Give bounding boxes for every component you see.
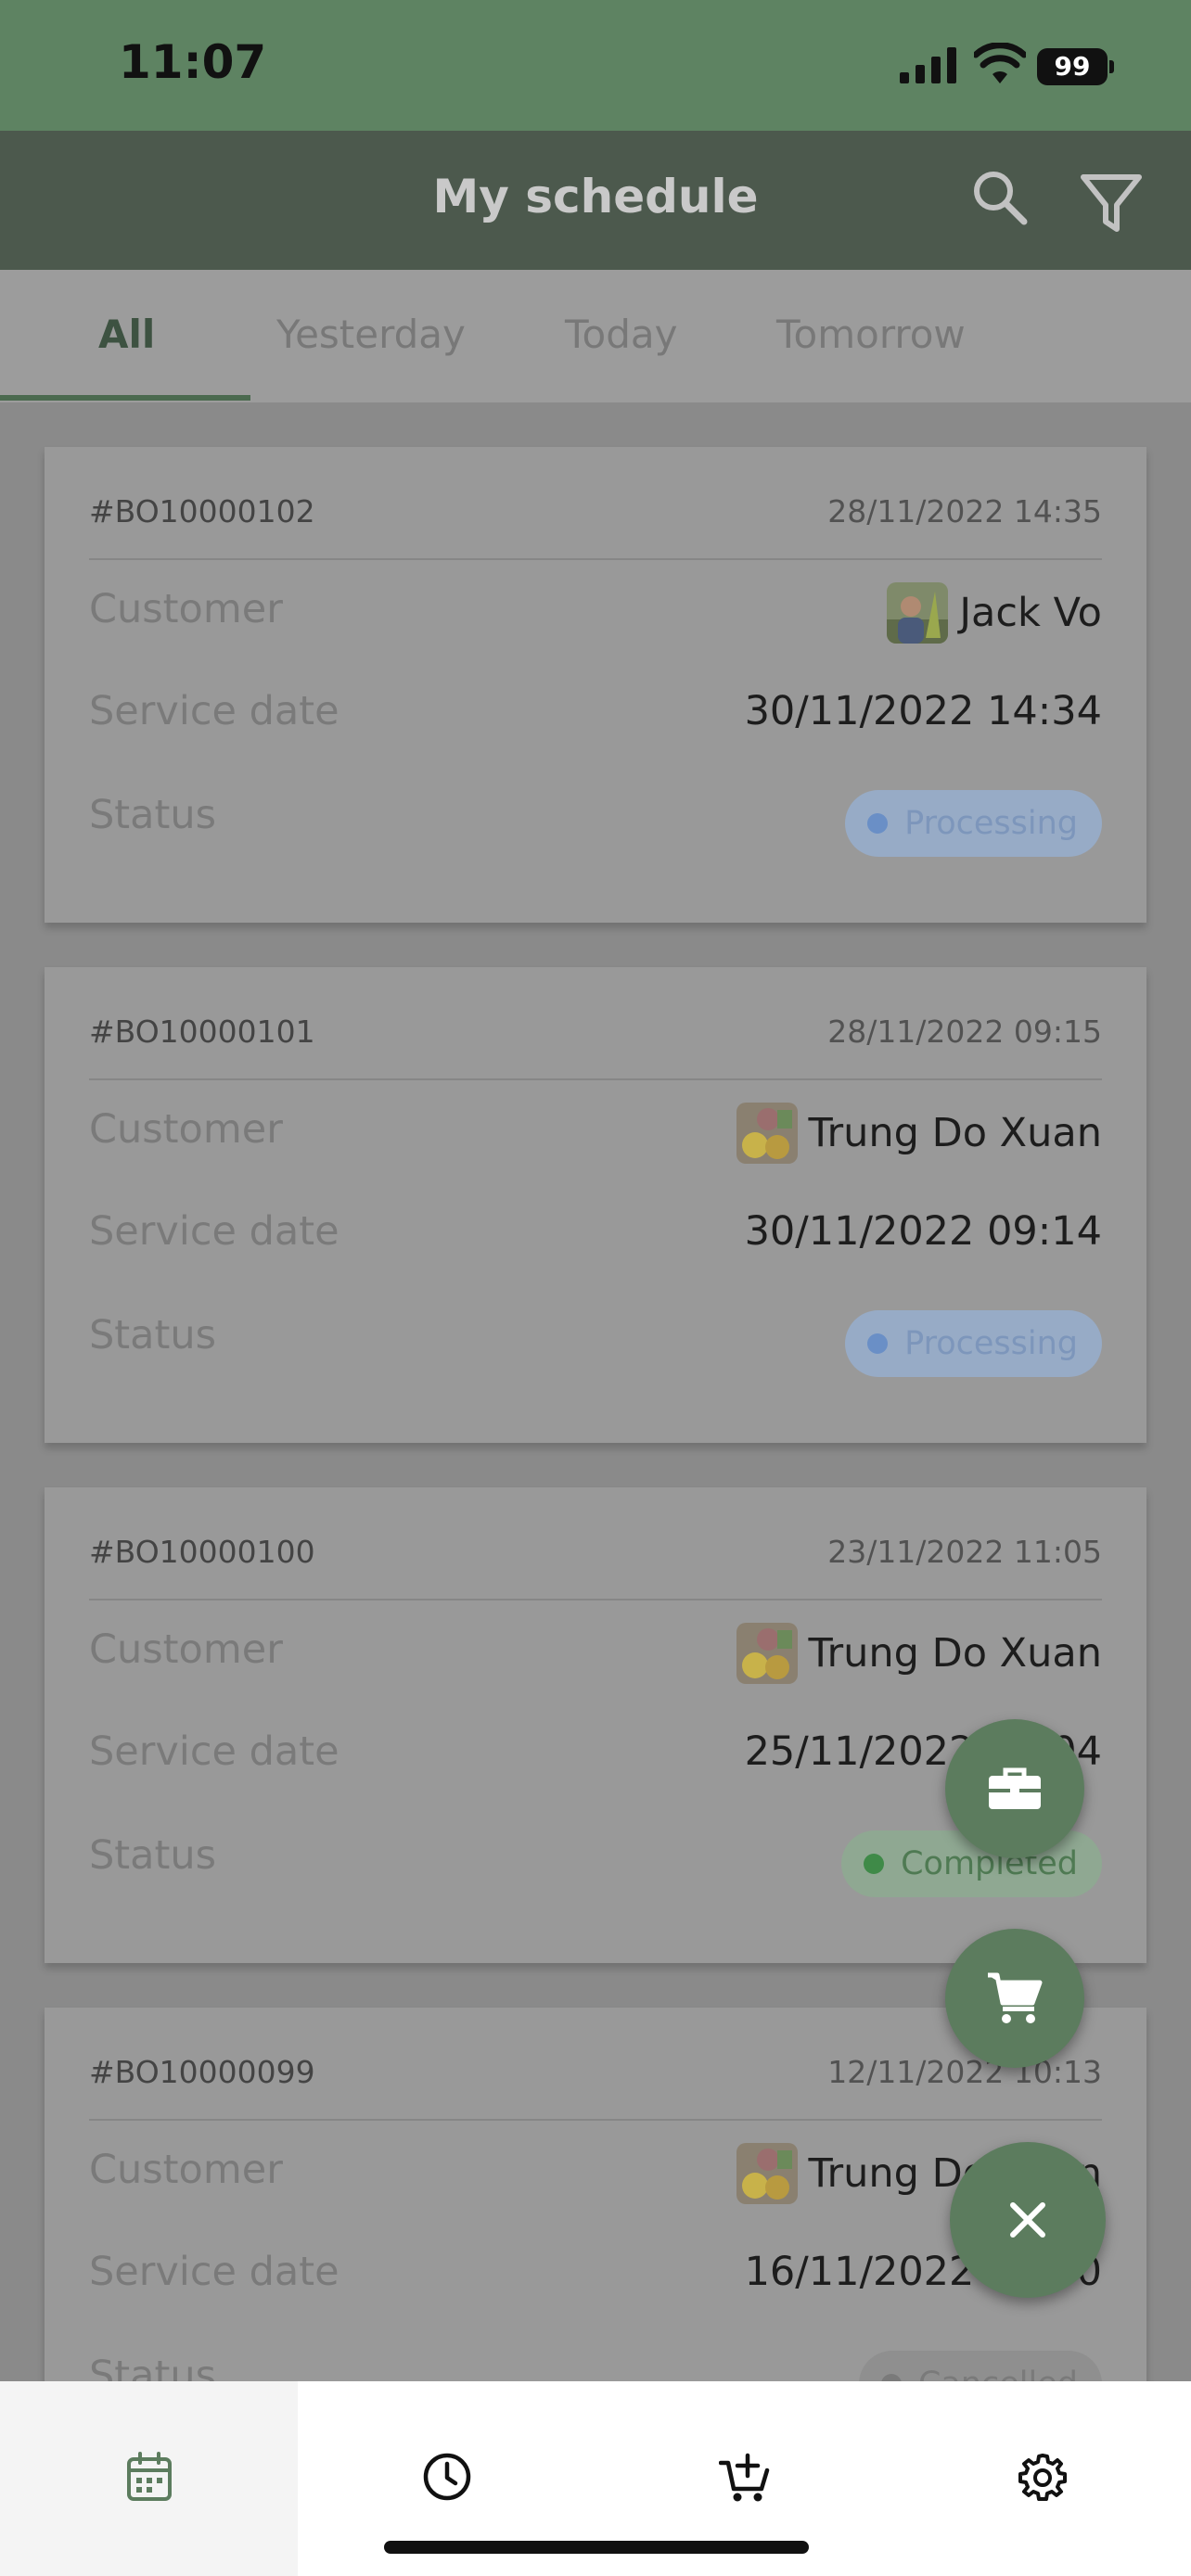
booking-created-date: 28/11/2022 09:15 [827,1014,1102,1050]
customer: Jack Vo [887,582,1102,644]
status-dot [867,813,889,834]
status-badge: Cancelled [858,2351,1102,2381]
customer-name: Trung Do Xuan [808,1110,1103,1156]
status-bar: 11:07 99 [0,0,1191,131]
gear-icon [1018,2454,1067,2501]
cart-fab-button[interactable] [945,1929,1084,2068]
booking-created-date: 28/11/2022 14:35 [827,493,1102,529]
customer-label: Customer [89,2147,283,2193]
tab-indicator [0,395,250,401]
customer-name: Jack Vo [959,590,1102,636]
date-tabs: All Yesterday Today Tomorrow [0,270,1191,402]
service-date-label: Service date [89,688,339,734]
booking-card[interactable]: #BO10000102 28/11/2022 14:35 Customer Ja… [45,447,1146,923]
status-text: Processing [904,1325,1078,1362]
cart-icon [988,1972,1043,2023]
tab-all[interactable]: All [98,312,155,357]
service-date-value: 30/11/2022 09:14 [744,1208,1102,1255]
status-time: 11:07 [119,35,267,89]
status-dot [864,1854,885,1874]
booking-code: #BO10000101 [89,1014,315,1050]
status-label: Status [89,792,217,838]
search-icon[interactable] [970,168,1030,227]
status-dot [867,1333,889,1354]
status-dot [880,2374,902,2381]
tab-tomorrow[interactable]: Tomorrow [776,312,966,357]
status-label: Status [89,1312,217,1358]
battery-level: 99 [1037,48,1108,85]
booking-card[interactable]: #BO10000101 28/11/2022 09:15 Customer Tr… [45,967,1146,1443]
wifi-icon [974,43,1026,83]
booking-code: #BO10000099 [89,2054,315,2090]
filter-icon[interactable] [1080,172,1143,236]
customer: Trung Do Xuan [736,1103,1103,1164]
service-date-label: Service date [89,2249,339,2295]
tab-yesterday[interactable]: Yesterday [276,312,466,357]
booking-code: #BO10000102 [89,493,315,529]
customer: Trung Do Xuan [736,1623,1103,1684]
tab-schedule[interactable] [0,2381,298,2576]
battery-icon: 99 [1037,48,1115,85]
avatar [736,1623,798,1684]
divider [89,2119,1102,2121]
booking-card[interactable]: #BO10000100 23/11/2022 11:05 Customer Tr… [45,1487,1146,1963]
avatar [736,2143,798,2204]
service-date-label: Service date [89,1208,339,1255]
divider [89,1078,1102,1080]
service-date-label: Service date [89,1728,339,1775]
cart-add-icon [718,2453,769,2502]
clock-icon [423,2453,470,2501]
avatar [887,582,949,644]
close-fab-button[interactable] [950,2142,1106,2298]
avatar [736,1103,798,1164]
status-badge: Processing [845,1310,1102,1377]
booking-list[interactable]: #BO10000102 28/11/2022 14:35 Customer Ja… [0,402,1191,2381]
status-text: Processing [904,805,1078,842]
tab-settings[interactable] [893,2381,1191,2576]
divider [89,558,1102,560]
calendar-icon [126,2452,172,2501]
tab-today[interactable]: Today [565,312,677,357]
divider [89,1599,1102,1600]
booking-created-date: 12/11/2022 10:13 [827,2054,1102,2090]
customer-name: Trung Do Xuan [808,1630,1103,1677]
header: My schedule [0,131,1191,270]
toolbox-icon [989,1767,1041,1809]
status-badge: Processing [845,790,1102,857]
status-label: Status [89,1832,217,1879]
service-date-value: 30/11/2022 14:34 [744,688,1102,734]
status-label: Status [89,2353,217,2381]
customer-label: Customer [89,586,283,632]
toolbox-fab-button[interactable] [945,1719,1084,1858]
booking-code: #BO10000100 [89,1534,315,1570]
cellular-signal-icon [900,47,956,83]
home-indicator [384,2541,809,2554]
close-icon [1010,2202,1045,2238]
customer-label: Customer [89,1626,283,1673]
status-text: Cancelled [918,2366,1078,2381]
customer-label: Customer [89,1106,283,1153]
booking-created-date: 23/11/2022 11:05 [827,1534,1102,1570]
